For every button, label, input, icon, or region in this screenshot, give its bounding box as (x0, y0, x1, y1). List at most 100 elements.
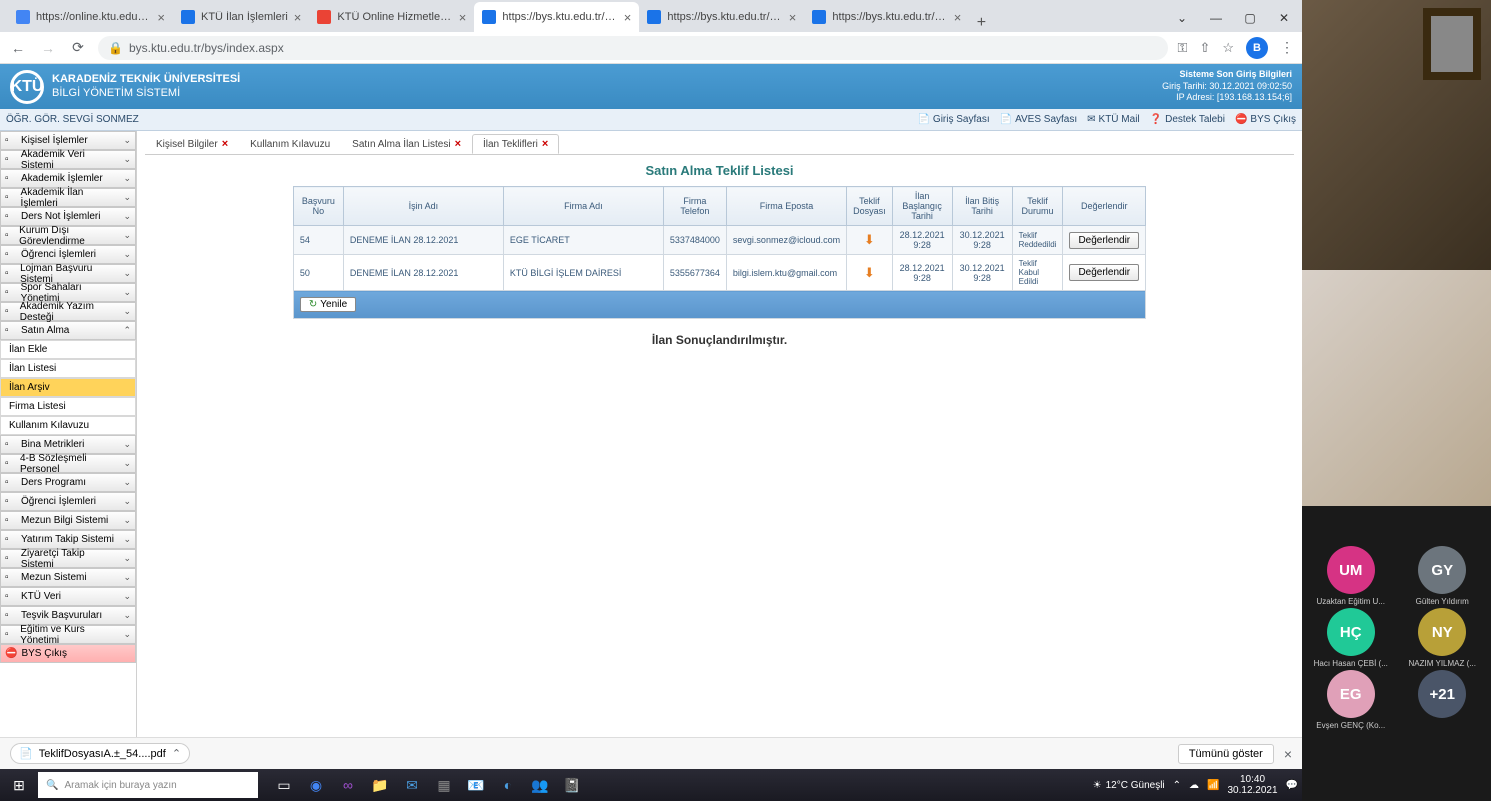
user-avatar[interactable]: B (1246, 37, 1268, 59)
participant-avatar[interactable]: HÇHacı Hasan ÇEBİ (... (1306, 608, 1396, 668)
sidebar-item[interactable]: ▫Ders Not İşlemleri⌄ (0, 207, 136, 226)
sidebar-item[interactable]: ▫Akademik Veri Sistemi⌄ (0, 150, 136, 169)
onenote-icon[interactable]: 📓 (558, 771, 586, 799)
browser-tab[interactable]: https://online.ktu.edu.tr/giris.asp× (8, 2, 173, 32)
browser-tab[interactable]: https://bys.ktu.edu.tr/bys/yetkise× (639, 2, 804, 32)
sidebar-item[interactable]: İlan Ekle (0, 340, 136, 359)
sidebar-item[interactable]: Kullanım Kılavuzu (0, 416, 136, 435)
sidebar-item[interactable]: ▫Bina Metrikleri⌄ (0, 435, 136, 454)
browser-tab[interactable]: KTÜ İlan İşlemleri× (173, 2, 309, 32)
link-mail[interactable]: ✉ KTÜ Mail (1087, 114, 1140, 125)
explorer-icon[interactable]: 📁 (366, 771, 394, 799)
refresh-button[interactable]: ↻ Yenile (300, 297, 356, 312)
sidebar-item[interactable]: ▫Akademik İlan İşlemleri⌄ (0, 188, 136, 207)
sidebar-item[interactable]: ▫Ders Programı⌄ (0, 473, 136, 492)
reload-icon[interactable]: ⟳ (68, 39, 88, 56)
sidebar-item[interactable]: ▫Kişisel İşlemler⌄ (0, 131, 136, 150)
sidebar-item[interactable]: ⛔BYS Çıkış (0, 644, 136, 663)
tab-close-icon[interactable]: × (294, 10, 302, 25)
sidebar-item[interactable]: ▫Mezun Sistemi⌄ (0, 568, 136, 587)
ctab-ilanliste[interactable]: Satın Alma İlan Listesi × (341, 134, 472, 154)
sidebar-item[interactable]: ▫Eğitim ve Kurs Yönetimi⌄ (0, 625, 136, 644)
tab-close-icon[interactable]: × (459, 10, 467, 25)
chevron-up-icon[interactable]: ⌃ (172, 747, 181, 760)
sidebar-item[interactable]: ▫Ziyaretçi Takip Sistemi⌄ (0, 549, 136, 568)
mail-icon[interactable]: ✉ (398, 771, 426, 799)
minimize-icon[interactable]: — (1206, 8, 1226, 28)
participant-avatar[interactable]: +21 (1398, 670, 1488, 730)
tab-close-icon[interactable]: × (954, 10, 962, 25)
sidebar-item[interactable]: ▫Satın Alma⌃ (0, 321, 136, 340)
key-icon[interactable]: ⚿ (1178, 40, 1188, 56)
participant-avatar[interactable]: EGEvşen GENÇ (Ko... (1306, 670, 1396, 730)
participant-avatar[interactable]: NYNAZIM YILMAZ (... (1398, 608, 1488, 668)
link-destek[interactable]: ❓ Destek Talebi (1150, 114, 1225, 125)
link-cikis[interactable]: ⛔ BYS Çıkış (1235, 114, 1296, 125)
evaluate-button[interactable]: Değerlendir (1069, 264, 1139, 281)
evaluate-button[interactable]: Değerlendir (1069, 232, 1139, 249)
sidebar-item[interactable]: ▫Yatırım Takip Sistemi⌄ (0, 530, 136, 549)
menu-icon[interactable]: ⋮ (1280, 39, 1294, 56)
star-icon[interactable]: ☆ (1222, 40, 1234, 56)
back-icon[interactable]: ← (8, 40, 28, 56)
browser-tab[interactable]: KTÜ Online Hizmetler - bilgi.islen× (309, 2, 474, 32)
tray-cloud-icon[interactable]: ☁ (1189, 780, 1199, 791)
sidebar-item[interactable]: ▫Kurum Dışı Görevlendirme⌄ (0, 226, 136, 245)
video-participant-1[interactable] (1302, 0, 1491, 270)
taskbar-search[interactable]: 🔍 Aramak için buraya yazın (38, 772, 258, 798)
close-icon[interactable]: × (222, 138, 228, 150)
browser-tab-active[interactable]: https://bys.ktu.edu.tr/bys/index.× (474, 2, 639, 32)
tab-close-icon[interactable]: × (157, 10, 165, 25)
sidebar-item[interactable]: Firma Listesi (0, 397, 136, 416)
edge-icon[interactable]: ◐ (494, 771, 522, 799)
clock[interactable]: 10:40 30.12.2021 (1227, 774, 1277, 796)
close-icon[interactable]: × (455, 138, 461, 150)
forward-icon[interactable]: → (38, 40, 58, 56)
link-giris[interactable]: 📄 Giriş Sayfası (917, 114, 989, 125)
sidebar-item[interactable]: ▫Lojman Başvuru Sistemi⌄ (0, 264, 136, 283)
tray-wifi-icon[interactable]: 📶 (1207, 780, 1219, 791)
app-icon[interactable]: ▦ (430, 771, 458, 799)
weather-widget[interactable]: ☀ 12°C Güneşli (1093, 780, 1165, 791)
sidebar-item[interactable]: ▫Akademik İşlemler⌄ (0, 169, 136, 188)
url-input[interactable]: 🔒 bys.ktu.edu.tr/bys/index.aspx (98, 36, 1168, 60)
sidebar-item[interactable]: ▫Mezun Bilgi Sistemi⌄ (0, 511, 136, 530)
close-icon[interactable]: ✕ (1274, 8, 1294, 28)
chevron-down-icon[interactable]: ⌄ (1172, 8, 1192, 28)
participant-avatar[interactable]: UMUzaktan Eğitim U... (1306, 546, 1396, 606)
ctab-teklifler[interactable]: İlan Teklifleri × (472, 134, 559, 154)
outlook-icon[interactable]: 📧 (462, 771, 490, 799)
sidebar-item[interactable]: ▫Öğrenci İşlemleri⌄ (0, 492, 136, 511)
show-all-button[interactable]: Tümünü göster (1178, 744, 1274, 764)
ctab-kilavuz[interactable]: Kullanım Kılavuzu (239, 135, 341, 154)
ctab-kisisel[interactable]: Kişisel Bilgiler × (145, 134, 239, 154)
sidebar-item[interactable]: İlan Listesi (0, 359, 136, 378)
sidebar-item[interactable]: ▫Akademik Yazım Desteği⌄ (0, 302, 136, 321)
sidebar-item[interactable]: ▫Teşvik Başvuruları⌄ (0, 606, 136, 625)
sidebar-item[interactable]: ▫Spor Sahaları Yönetimi⌄ (0, 283, 136, 302)
download-icon[interactable]: ⬇ (853, 232, 886, 248)
close-icon[interactable]: × (542, 138, 548, 150)
task-view-icon[interactable]: ▭ (270, 771, 298, 799)
download-icon[interactable]: ⬇ (853, 265, 886, 281)
browser-tab[interactable]: https://bys.ktu.edu.tr/bys/yetkise× (804, 2, 969, 32)
tab-close-icon[interactable]: × (624, 10, 632, 25)
tray-chevron-icon[interactable]: ⌃ (1173, 780, 1181, 791)
tab-close-icon[interactable]: × (789, 10, 797, 25)
sidebar-item[interactable]: ▫Öğrenci İşlemleri⌄ (0, 245, 136, 264)
vs-icon[interactable]: ∞ (334, 771, 362, 799)
sidebar-item[interactable]: ▫4-B Sözleşmeli Personel⌄ (0, 454, 136, 473)
chrome-icon[interactable]: ◉ (302, 771, 330, 799)
sidebar-item[interactable]: ▫KTÜ Veri⌄ (0, 587, 136, 606)
close-downloads-icon[interactable]: × (1284, 746, 1292, 762)
start-button[interactable]: ⊞ (4, 770, 34, 800)
new-tab-button[interactable]: + (969, 14, 993, 32)
teams-icon[interactable]: 👥 (526, 771, 554, 799)
sidebar-item[interactable]: İlan Arşiv (0, 378, 136, 397)
maximize-icon[interactable]: ▢ (1240, 8, 1260, 28)
share-icon[interactable]: ⇧ (1199, 40, 1210, 56)
video-participant-2[interactable] (1302, 270, 1491, 506)
notifications-icon[interactable]: 💬 (1286, 780, 1298, 791)
participant-avatar[interactable]: GYGülten Yıldırım (1398, 546, 1488, 606)
link-aves[interactable]: 📄 AVES Sayfası (1000, 114, 1078, 125)
